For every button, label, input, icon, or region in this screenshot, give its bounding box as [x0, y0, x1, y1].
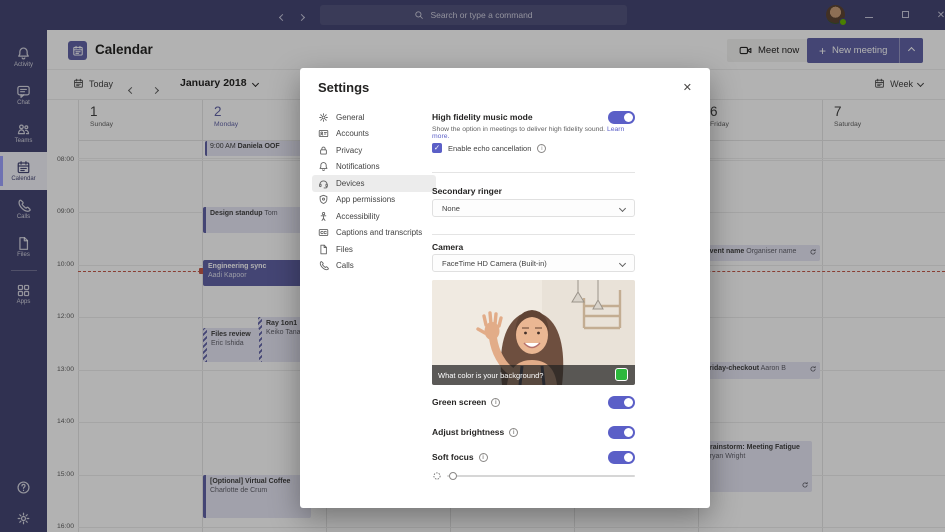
- camera-select[interactable]: FaceTime HD Camera (Built-in): [432, 254, 635, 272]
- devices-icon: [318, 178, 329, 189]
- settings-nav-accessibility[interactable]: Accessibility: [312, 208, 436, 225]
- chevron-down-icon: [619, 259, 626, 266]
- notifications-icon: [318, 161, 329, 172]
- captions-icon: [318, 227, 329, 238]
- settings-nav-app-permissions[interactable]: App permissions: [312, 192, 436, 209]
- camera-preview: What color is your background?: [432, 280, 635, 385]
- secondary-ringer-value: None: [442, 204, 460, 213]
- divider: [432, 234, 635, 235]
- settings-nav-general[interactable]: General: [312, 109, 436, 126]
- settings-nav-files[interactable]: Files: [312, 241, 436, 258]
- soft-focus-toggle[interactable]: [608, 451, 635, 464]
- camera-label: Camera: [432, 242, 635, 252]
- settings-nav-calls[interactable]: Calls: [312, 258, 436, 275]
- settings-nav-notifications[interactable]: Notifications: [312, 159, 436, 176]
- green-screen-toggle[interactable]: [608, 396, 635, 409]
- info-icon: [537, 144, 546, 153]
- files-icon: [318, 244, 329, 255]
- background-color-swatch[interactable]: [615, 368, 628, 381]
- green-screen-label: Green screen: [432, 397, 486, 407]
- soft-focus-label: Soft focus: [432, 452, 474, 462]
- accounts-icon: [318, 128, 329, 139]
- settings-nav-devices[interactable]: Devices: [312, 175, 436, 192]
- background-question-text: What color is your background?: [438, 371, 543, 380]
- info-icon: [509, 428, 518, 437]
- adjust-brightness-toggle[interactable]: [608, 426, 635, 439]
- slider-knob[interactable]: [449, 472, 457, 480]
- accessibility-icon: [318, 211, 329, 222]
- settings-nav: General Accounts Privacy Notifications D…: [312, 109, 436, 274]
- soft-focus-slider[interactable]: [432, 470, 635, 482]
- secondary-ringer-label: Secondary ringer: [432, 186, 635, 196]
- settings-dialog: Settings ✕ General Accounts Privacy Noti…: [300, 68, 710, 508]
- soft-focus-slider-icon: [432, 471, 442, 481]
- high-fidelity-description: Show the option in meetings to deliver h…: [432, 126, 635, 140]
- slider-track[interactable]: [447, 475, 635, 477]
- adjust-brightness-label: Adjust brightness: [432, 427, 504, 437]
- chevron-down-icon: [619, 204, 626, 211]
- info-icon: [491, 398, 500, 407]
- teams-app-window: Search or type a command ✕ Activity Chat…: [0, 0, 945, 532]
- dialog-title: Settings: [318, 80, 369, 95]
- settings-nav-accounts[interactable]: Accounts: [312, 126, 436, 143]
- info-icon: [479, 453, 488, 462]
- camera-preview-image: What color is your background?: [432, 280, 635, 385]
- divider: [432, 172, 635, 173]
- camera-value: FaceTime HD Camera (Built-in): [442, 259, 547, 268]
- high-fidelity-label: High fidelity music mode: [432, 112, 635, 122]
- echo-cancellation-checkbox[interactable]: ✓: [432, 143, 442, 153]
- privacy-icon: [318, 145, 329, 156]
- close-dialog-button[interactable]: ✕: [679, 79, 696, 96]
- settings-nav-captions[interactable]: Captions and transcripts: [312, 225, 436, 242]
- app-permissions-icon: [318, 194, 329, 205]
- high-fidelity-toggle[interactable]: [608, 111, 635, 124]
- echo-cancellation-label: Enable echo cancellation: [448, 144, 531, 153]
- secondary-ringer-select[interactable]: None: [432, 199, 635, 217]
- settings-nav-privacy[interactable]: Privacy: [312, 142, 436, 159]
- calls-icon: [318, 260, 329, 271]
- general-icon: [318, 112, 329, 123]
